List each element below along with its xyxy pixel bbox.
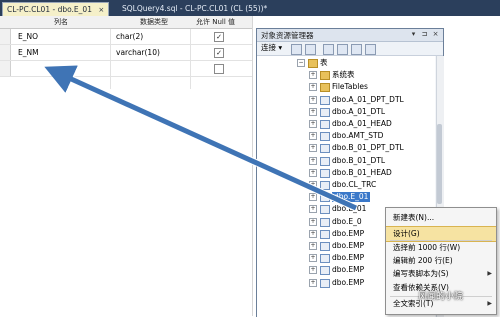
- annotation-arrow: [44, 65, 358, 212]
